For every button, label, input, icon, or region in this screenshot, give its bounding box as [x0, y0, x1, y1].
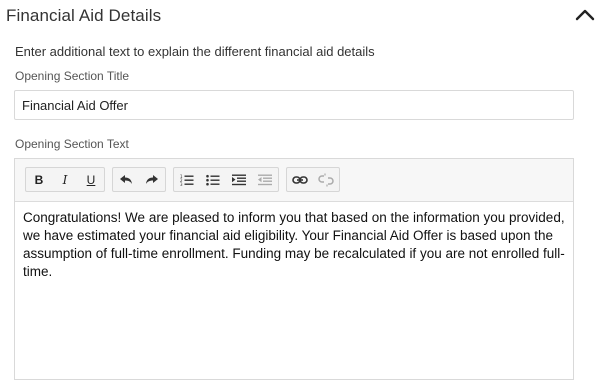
editor-toolbar: B I U 1 2 3 [15, 159, 573, 202]
italic-button[interactable]: I [52, 168, 78, 191]
panel-header: Financial Aid Details [0, 0, 600, 32]
indent-button[interactable] [226, 168, 252, 191]
unlink-button[interactable] [313, 168, 339, 191]
ordered-list-icon: 1 2 3 [180, 174, 194, 186]
unordered-list-button[interactable] [200, 168, 226, 191]
collapse-button[interactable] [572, 4, 598, 26]
unordered-list-icon [206, 174, 220, 185]
link-button-group [286, 167, 340, 192]
opening-section-title-input[interactable] [14, 90, 574, 120]
redo-button[interactable] [139, 168, 165, 191]
outdent-icon [258, 174, 272, 185]
format-button-group: B I U [25, 167, 105, 192]
bold-button[interactable]: B [26, 168, 52, 191]
rich-text-editor: B I U 1 2 3 Congratulations! We are plea… [14, 158, 574, 380]
underline-button[interactable]: U [78, 168, 104, 191]
section-description: Enter additional text to explain the dif… [15, 44, 375, 59]
ordered-list-button[interactable]: 1 2 3 [174, 168, 200, 191]
unlink-icon [318, 173, 334, 186]
editor-content-area[interactable]: Congratulations! We are pleased to infor… [15, 203, 573, 379]
outdent-button[interactable] [252, 168, 278, 191]
redo-icon [146, 174, 158, 184]
financial-aid-details-panel: Financial Aid Details Enter additional t… [0, 0, 600, 388]
opening-section-title-label: Opening Section Title [15, 69, 130, 83]
panel-title: Financial Aid Details [6, 6, 162, 25]
chevron-up-icon [575, 9, 595, 21]
svg-text:3: 3 [180, 182, 183, 186]
link-button[interactable] [287, 168, 313, 191]
list-button-group: 1 2 3 [173, 167, 279, 192]
undo-icon [120, 174, 132, 184]
indent-icon [232, 174, 246, 185]
history-button-group [112, 167, 166, 192]
undo-button[interactable] [113, 168, 139, 191]
opening-section-text-label: Opening Section Text [15, 137, 129, 151]
link-icon [292, 175, 308, 184]
